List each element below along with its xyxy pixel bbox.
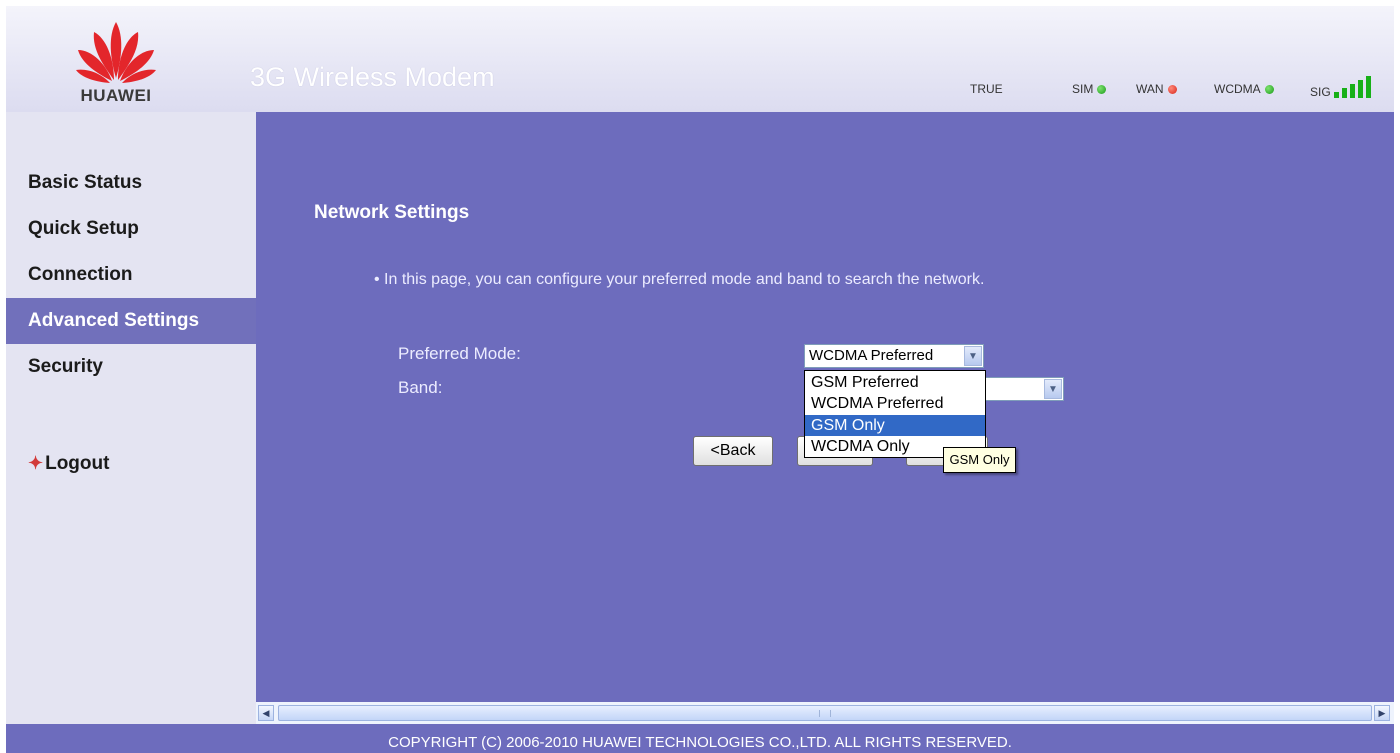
huawei-logo: HUAWEI xyxy=(66,18,166,110)
signal-bar xyxy=(1357,80,1363,98)
app-title: 3G Wireless Modem xyxy=(250,62,495,92)
bullet-icon: • xyxy=(374,271,385,288)
signal-bar xyxy=(1365,76,1371,98)
sidebar-item-advanced-settings[interactable]: Advanced Settings xyxy=(6,298,256,344)
chevron-down-icon[interactable]: ▼ xyxy=(1044,379,1062,399)
sim-status-icon xyxy=(1097,85,1107,94)
huawei-petals-icon xyxy=(76,22,156,83)
signal-status: SIG xyxy=(1310,76,1372,99)
logout-link[interactable]: ✦ Logout xyxy=(6,440,256,486)
page-title: Network Settings xyxy=(314,202,470,223)
logout-icon: ✦ xyxy=(28,453,44,473)
network-status-icon xyxy=(1264,85,1274,94)
sim-status: SIM xyxy=(1072,82,1107,96)
sidebar-item-basic-status[interactable]: Basic Status xyxy=(6,160,256,206)
signal-strength-icon xyxy=(1333,76,1372,98)
scroll-grip-icon xyxy=(819,710,831,717)
dropdown-option-wcdma-preferred[interactable]: WCDMA Preferred xyxy=(805,393,985,414)
sidebar-item-security[interactable]: Security xyxy=(6,344,256,390)
footer: COPYRIGHT (C) 2006-2010 HUAWEI TECHNOLOG… xyxy=(6,724,1394,753)
chevron-down-icon[interactable]: ▼ xyxy=(964,346,982,366)
signal-bar xyxy=(1333,92,1339,98)
preferred-mode-value: WCDMA Preferred xyxy=(809,347,934,364)
page-description: • In this page, you can configure your p… xyxy=(374,271,984,289)
logo-text: HUAWEI xyxy=(80,86,152,105)
copyright-text: COPYRIGHT (C) 2006-2010 HUAWEI TECHNOLOG… xyxy=(388,734,1012,751)
preferred-mode-select[interactable]: WCDMA Preferred ▼ xyxy=(804,344,984,368)
band-label: Band: xyxy=(398,378,443,397)
logout-label: Logout xyxy=(45,453,110,474)
scroll-left-button[interactable]: ◀ xyxy=(258,705,274,721)
tooltip: GSM Only xyxy=(943,447,1016,473)
network-label: WCDMA xyxy=(1214,82,1261,96)
preferred-mode-dropdown[interactable]: GSM Preferred WCDMA Preferred GSM Only W… xyxy=(804,370,986,458)
signal-bar xyxy=(1341,88,1347,98)
back-button[interactable]: <Back xyxy=(693,436,773,466)
preferred-mode-label: Preferred Mode: xyxy=(398,344,521,363)
wan-label: WAN xyxy=(1136,82,1164,96)
dropdown-option-gsm-preferred[interactable]: GSM Preferred xyxy=(805,372,985,393)
horizontal-scrollbar[interactable]: ◀ ▶ xyxy=(256,702,1394,724)
sidebar-item-quick-setup[interactable]: Quick Setup xyxy=(6,206,256,252)
sim-label: SIM xyxy=(1072,82,1094,96)
description-text: In this page, you can configure your pre… xyxy=(384,271,985,288)
wan-status: WAN xyxy=(1136,82,1177,96)
scroll-right-button[interactable]: ▶ xyxy=(1374,705,1390,721)
header: HUAWEI 3G Wireless Modem TRUE SIM WAN WC… xyxy=(6,6,1394,112)
signal-label: SIG xyxy=(1310,85,1331,99)
wan-status-icon xyxy=(1167,85,1177,94)
network-status: WCDMA xyxy=(1214,82,1274,96)
signal-bar xyxy=(1349,84,1355,98)
dropdown-option-gsm-only[interactable]: GSM Only xyxy=(805,415,985,436)
operator-name: TRUE xyxy=(970,82,1003,96)
sidebar-item-connection[interactable]: Connection xyxy=(6,252,256,298)
scroll-thumb[interactable] xyxy=(278,705,1372,721)
sidebar: Basic Status Quick Setup Connection Adva… xyxy=(6,112,256,724)
